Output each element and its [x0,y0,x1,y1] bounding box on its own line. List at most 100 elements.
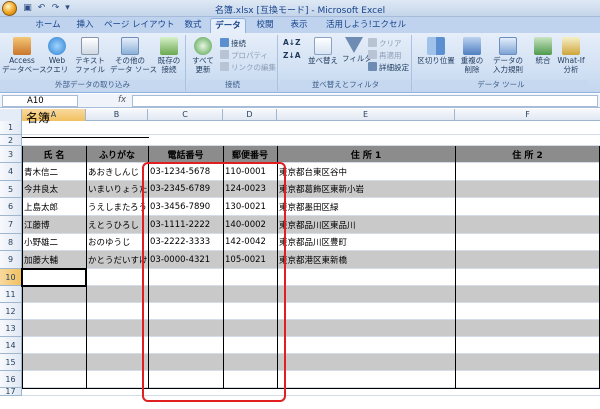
table-cell[interactable] [455,198,600,215]
row-header[interactable]: 10 [0,269,22,286]
row-header[interactable]: 15 [0,354,22,371]
clear-button[interactable]: クリア [368,38,402,49]
row-header[interactable]: 9 [0,251,22,269]
refresh-all-button[interactable]: すべて 更新 [190,37,216,74]
header-cell[interactable]: 郵便番号 [223,146,277,162]
table-cell[interactable] [455,234,600,250]
table-cell[interactable]: えとうひろし [86,216,148,233]
active-cell[interactable] [21,268,87,287]
formula-input[interactable] [132,95,598,107]
table-cell[interactable] [455,216,600,233]
header-cell[interactable]: 電話番号 [148,146,223,162]
row-header[interactable]: 17 [0,388,22,396]
fx-icon[interactable]: fx [118,95,126,105]
table-cell[interactable]: おのゆうじ [86,234,148,250]
access-button[interactable]: Access データベース [2,37,47,74]
table-cell[interactable]: 東京都品川区東品川 [277,216,455,233]
column-header[interactable]: E [277,109,455,121]
column-border [455,146,456,388]
web-query-label: Web クエリ [45,56,69,74]
remove-duplicates-label: 重複の 削除 [460,56,484,74]
row-header[interactable]: 11 [0,286,22,303]
table-cell[interactable]: いまいりょうた [86,181,148,197]
text-to-columns-button[interactable]: 区切り位置 [416,37,456,65]
table-cell[interactable]: あおきしんじ [86,163,148,180]
tab-formulas[interactable]: 数式 [178,18,208,33]
header-cell[interactable]: 住 所 1 [277,146,455,162]
table-cell[interactable]: 東京都台東区谷中 [277,163,455,180]
remove-duplicates-button[interactable]: 重複の 削除 [458,37,486,74]
table-cell[interactable] [455,251,600,268]
data-validation-button[interactable]: データの 入力規則 [488,37,528,74]
column-header[interactable]: C [148,109,223,121]
text-file-button[interactable]: テキスト ファイル [72,37,108,74]
table-cell[interactable]: 東京都港区東新橋 [277,251,455,268]
tab-insert[interactable]: 挿入 [70,18,100,33]
tab-excel-tips[interactable]: 活用しよう!エクセル [326,18,406,33]
row-header[interactable]: 3 [0,146,22,163]
table-cell[interactable]: 江藤博 [22,216,86,233]
sort-button[interactable]: 並べ替え [306,37,340,65]
name-box[interactable]: A10 [2,95,78,107]
what-if-button[interactable]: What-If 分析 [556,37,586,74]
window-title: 名簿.xlsx [互換モード] - Microsoft Excel [214,6,386,16]
header-cell[interactable]: 氏 名 [22,146,86,162]
column-header[interactable]: F [455,109,600,121]
select-all-corner[interactable] [0,109,22,121]
connections-button[interactable]: 接続 [220,38,246,49]
table-cell[interactable]: かとうだいすけ [86,251,148,268]
row-header[interactable]: 5 [0,181,22,198]
sort-ascending-button[interactable]: A↓Z [283,38,301,48]
column-border [22,146,23,388]
group-data-tools: 区切り位置 重複の 削除 データの 入力規則 統合 What-If 分析 データ… [414,35,600,91]
table-cell[interactable]: 青木信二 [22,163,86,180]
refresh-all-label: すべて 更新 [192,56,214,74]
header-cell[interactable]: 住 所 2 [455,146,600,162]
table-cell[interactable] [455,163,600,180]
row-header[interactable]: 6 [0,198,22,216]
table-cell[interactable]: 今井良太 [22,181,86,197]
advanced-button[interactable]: 詳細設定 [368,62,409,73]
table-cell[interactable]: 小野雄二 [22,234,86,250]
table-cell[interactable]: 東京都葛飾区東新小岩 [277,181,455,197]
filter-button[interactable]: フィルタ [342,37,372,63]
table-cell[interactable]: 加藤大輔 [22,251,86,268]
row-header[interactable]: 4 [0,163,22,181]
table-cell[interactable] [455,181,600,197]
reapply-button[interactable]: 再適用 [368,50,402,61]
properties-button[interactable]: プロパティ [220,50,268,61]
row-header[interactable]: 8 [0,234,22,251]
edit-links-button[interactable]: リンクの編集 [220,62,276,73]
tab-home[interactable]: ホーム [30,18,66,33]
row-header[interactable]: 13 [0,320,22,337]
tab-review[interactable]: 校閲 [250,18,280,33]
row-header[interactable]: 14 [0,337,22,354]
table-cell[interactable]: 上島太郎 [22,198,86,215]
table-row: 青木信二 あおきしんじ 03-1234-5678 110-0001 東京都台東区谷中 [22,163,600,181]
row-header[interactable]: 16 [0,371,22,388]
consolidate-label: 統合 [535,56,551,65]
table-cell[interactable]: 東京都品川区豊町 [277,234,455,250]
web-query-button[interactable]: Web クエリ [44,37,70,74]
tab-page-layout[interactable]: ページ レイアウト [104,18,175,33]
other-sources-button[interactable]: その他の データ ソース [110,37,157,74]
row-header[interactable]: 2 [0,135,22,146]
column-header[interactable]: B [86,109,148,121]
consolidate-icon [534,37,552,55]
row-header[interactable]: 7 [0,216,22,234]
table-cell[interactable]: 東京都墨田区緑 [277,198,455,215]
existing-connections-button[interactable]: 既存の 接続 [154,37,184,74]
consolidate-button[interactable]: 統合 [532,37,554,65]
ribbon-tabs: ホーム 挿入 ページ レイアウト 数式 データ 校閲 表示 活用しよう!エクセル [0,17,600,33]
header-cell[interactable]: ふりがな [86,146,148,162]
row-header[interactable]: 12 [0,303,22,320]
advanced-label: 詳細設定 [379,63,409,72]
column-header[interactable]: D [223,109,277,121]
tab-view[interactable]: 表示 [284,18,314,33]
row-header[interactable]: 1 [0,121,22,135]
tab-data[interactable]: データ [210,18,246,33]
sort-descending-button[interactable]: Z↓A [283,51,301,61]
table-row [22,269,600,286]
globe-icon [48,37,66,55]
table-cell[interactable]: うえしまたろう [86,198,148,215]
